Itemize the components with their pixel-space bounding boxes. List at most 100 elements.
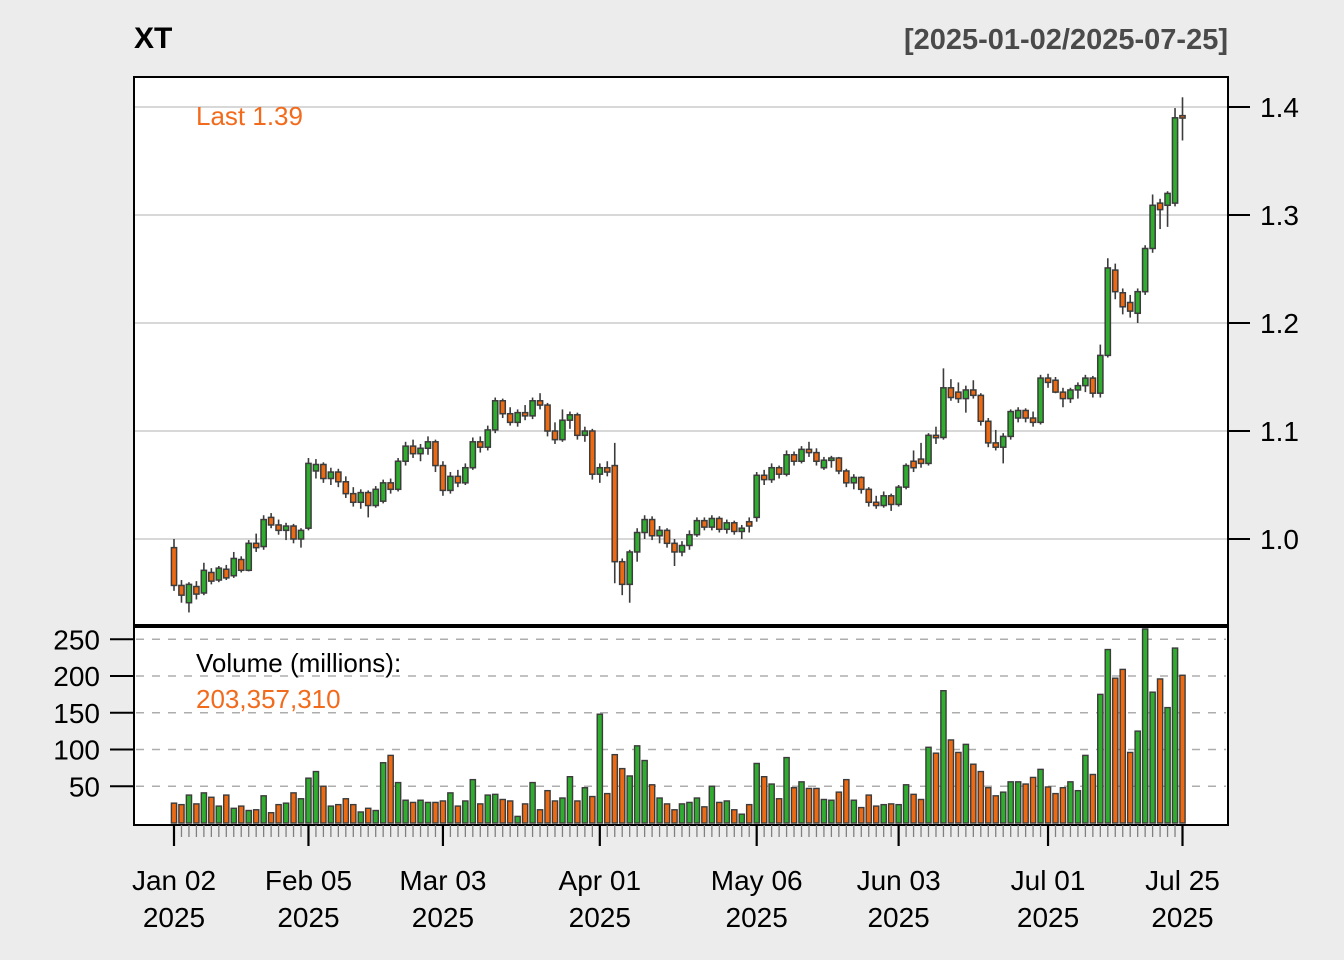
volume-bar xyxy=(425,802,430,823)
candle xyxy=(567,415,572,420)
volume-bar xyxy=(836,792,841,823)
volume-bar xyxy=(366,808,371,823)
volume-bar xyxy=(762,777,767,823)
candle xyxy=(948,388,953,398)
volume-bar xyxy=(381,763,386,823)
volume-bar xyxy=(298,799,303,823)
volume-bar xyxy=(567,777,572,823)
volume-bar xyxy=(1157,679,1162,823)
candle xyxy=(963,390,968,399)
candle xyxy=(298,530,303,539)
volume-bar xyxy=(291,793,296,823)
candle xyxy=(971,390,976,395)
candle xyxy=(582,431,587,435)
volume-bar xyxy=(508,801,513,823)
volume-bar xyxy=(1143,629,1148,823)
volume-bar xyxy=(575,801,580,823)
volume-bar xyxy=(739,814,744,823)
candle xyxy=(1038,378,1043,422)
candle xyxy=(1060,392,1065,398)
volume-bar xyxy=(418,800,423,823)
candle xyxy=(321,464,326,478)
candle xyxy=(709,518,714,527)
candle xyxy=(821,460,826,468)
volume-bar xyxy=(358,812,363,823)
candle xyxy=(358,493,363,503)
volume-tick-label: 100 xyxy=(53,735,100,766)
x-axis-minor-ticks xyxy=(174,825,1183,837)
volume-bar xyxy=(814,788,819,823)
volume-bar xyxy=(754,763,759,823)
candle xyxy=(874,502,879,505)
volume-bar xyxy=(777,799,782,823)
volume-bar xyxy=(635,746,640,823)
price-tick-label: 1.2 xyxy=(1260,308,1299,339)
volume-bar xyxy=(993,796,998,823)
volume-bar xyxy=(500,799,505,823)
volume-bar xyxy=(463,801,468,823)
candle xyxy=(1113,270,1118,292)
candle xyxy=(911,461,916,467)
candle xyxy=(799,449,804,461)
candle xyxy=(956,392,961,398)
volume-bar xyxy=(1120,669,1125,823)
volume-bar xyxy=(283,803,288,823)
volume-bar xyxy=(612,755,617,823)
volume-bar xyxy=(224,795,229,823)
candle xyxy=(1023,410,1028,418)
x-axis: Jan 022025Feb 052025Mar 032025Apr 012025… xyxy=(132,825,1220,933)
volume-bar xyxy=(1030,777,1035,823)
candle xyxy=(448,476,453,490)
volume-bar xyxy=(493,794,498,823)
volume-bar xyxy=(351,805,356,823)
volume-bar xyxy=(1165,708,1170,823)
volume-bar xyxy=(702,807,707,823)
volume-bar xyxy=(433,802,438,823)
volume-bar xyxy=(515,816,520,823)
candle xyxy=(1045,378,1050,382)
date-range-label: [2025-01-02/2025-07-25] xyxy=(904,24,1228,57)
candle xyxy=(1157,203,1162,209)
candle xyxy=(978,395,983,421)
candle xyxy=(343,482,348,494)
candle xyxy=(523,413,528,416)
volume-bar xyxy=(455,806,460,823)
x-tick-label-date: Jan 02 xyxy=(132,865,216,896)
volume-bar xyxy=(1150,692,1155,823)
candle xyxy=(814,453,819,462)
candle xyxy=(650,520,655,536)
volume-bar xyxy=(978,772,983,823)
volume-bar xyxy=(1113,678,1118,823)
candle xyxy=(269,517,274,525)
candle xyxy=(291,526,296,539)
candle xyxy=(859,477,864,489)
candle xyxy=(515,413,520,423)
volume-bar xyxy=(799,782,804,823)
volume-bar xyxy=(791,788,796,823)
x-tick-label-year: 2025 xyxy=(867,902,929,933)
volume-bar xyxy=(642,761,647,823)
volume-bar xyxy=(590,797,595,823)
candle xyxy=(306,463,311,528)
volume-bar xyxy=(627,776,632,823)
volume-bar xyxy=(231,808,236,823)
candle xyxy=(530,401,535,416)
volume-bar xyxy=(209,797,214,823)
volume-bar xyxy=(261,796,266,823)
candle xyxy=(1075,386,1080,390)
candle xyxy=(485,430,490,447)
candle xyxy=(201,570,206,593)
volume-bar xyxy=(821,799,826,823)
candle xyxy=(1150,205,1155,248)
candle xyxy=(754,475,759,517)
volume-bar xyxy=(1016,782,1021,823)
candle xyxy=(1008,412,1013,437)
price-tick-label: 1.1 xyxy=(1260,416,1299,447)
volume-bar xyxy=(201,793,206,823)
volume-bar xyxy=(881,805,886,823)
volume-bar xyxy=(523,804,528,823)
candle xyxy=(231,558,236,575)
candle xyxy=(1172,118,1177,203)
volume-bar xyxy=(724,801,729,823)
volume-bar xyxy=(545,791,550,823)
